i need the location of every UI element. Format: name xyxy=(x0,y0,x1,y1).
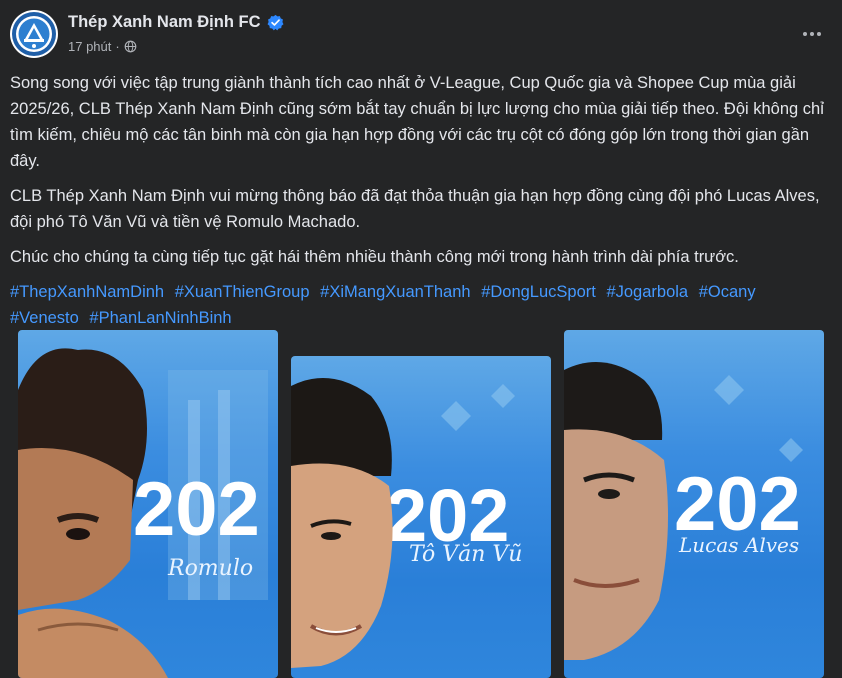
page-name-link[interactable]: Thép Xanh Nam Định FC xyxy=(68,13,284,32)
hashtag-link[interactable]: #ThepXanhNamDinh xyxy=(10,283,164,301)
hashtag-link[interactable]: #XiMangXuanThanh xyxy=(320,283,470,301)
hashtag-link[interactable]: #Venesto xyxy=(10,309,79,327)
player-signature: Tô Văn Vũ xyxy=(409,542,522,567)
post-paragraph: Chúc cho chúng ta cùng tiếp tục gặt hái … xyxy=(10,248,739,266)
player-photo: 202 Lucas Alves xyxy=(564,362,803,660)
facebook-post: Thép Xanh Nam Định FC 17 phút · Song son… xyxy=(0,0,842,678)
globe-icon[interactable] xyxy=(124,40,137,53)
post-image-romulo[interactable]: 202 Romulo xyxy=(18,330,278,678)
hashtag-link[interactable]: #Jogarbola xyxy=(606,283,688,301)
player-signature: Romulo xyxy=(167,556,253,581)
post-paragraph: Song song với việc tập trung giành thành… xyxy=(10,74,824,170)
year-text: 202 xyxy=(133,467,260,552)
hashtag-link[interactable]: #PhanLanNinhBinh xyxy=(89,309,231,327)
hashtag-list: #ThepXanhNamDinh #XuanThienGroup #XiMang… xyxy=(10,279,834,331)
post-image-to-van-vu[interactable]: 202 Tô Văn Vũ xyxy=(291,356,551,678)
verified-badge-icon xyxy=(267,14,283,31)
player-photo: 202 Romulo xyxy=(18,348,268,678)
post-meta: 17 phút · xyxy=(68,39,137,54)
post-image-lucas-alves[interactable]: 202 Lucas Alves xyxy=(564,330,824,678)
more-options-icon[interactable] xyxy=(800,22,824,46)
post-body: Song song với việc tập trung giành thành… xyxy=(10,70,834,331)
hashtag-link[interactable]: #Ocany xyxy=(699,283,756,301)
post-timestamp[interactable]: 17 phút xyxy=(68,39,111,54)
page-name-text: Thép Xanh Nam Định FC xyxy=(68,13,261,31)
meta-separator: · xyxy=(115,39,120,54)
hashtag-link[interactable]: #XuanThienGroup xyxy=(175,283,310,301)
hashtag-link[interactable]: #DongLucSport xyxy=(481,283,596,301)
player-photo: 202 Tô Văn Vũ xyxy=(291,378,522,668)
post-paragraph: CLB Thép Xanh Nam Định vui mừng thông bá… xyxy=(10,187,820,231)
page-avatar[interactable] xyxy=(10,10,58,58)
club-logo-icon xyxy=(12,12,56,56)
player-signature: Lucas Alves xyxy=(678,533,799,557)
